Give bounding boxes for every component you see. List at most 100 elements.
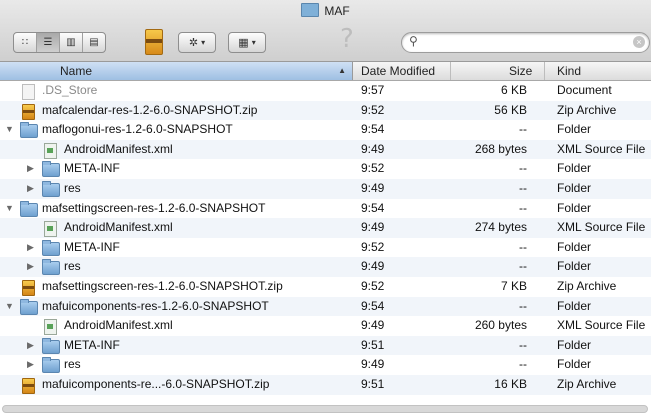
file-row[interactable]: ▼ mafsettingscreen-res-1.2-6.0-SNAPSHOT 9:…	[0, 199, 651, 219]
file-name: mafsettingscreen-res-1.2-6.0-SNAPSHOT	[42, 200, 266, 215]
column-header-name[interactable]: Name ▲	[0, 62, 353, 80]
folder-icon	[42, 259, 60, 276]
disclosure-open-icon[interactable]: ▼	[5, 199, 14, 219]
sort-ascending-icon: ▲	[338, 66, 346, 75]
finder-window: MAF ∷ ☰ ▥ ▤ ✲ ▾ ▦ ▾ ? ⚲ × Name ▲ Date Modi…	[0, 0, 651, 414]
column-header-size[interactable]: Size	[451, 62, 545, 80]
folder-icon	[42, 239, 60, 256]
kind-cell: Folder	[557, 337, 592, 352]
file-row[interactable]: ▶ res 9:49 -- Folder	[0, 178, 651, 199]
file-row[interactable]: AndroidManifest.xml 9:49 274 bytes XML Sour…	[0, 218, 651, 238]
kind-cell: Folder	[557, 200, 592, 215]
arrange-menu-button[interactable]: ▦ ▾	[228, 32, 266, 53]
date-modified-cell: 9:52	[361, 102, 385, 117]
grid-icon: ▦	[238, 37, 249, 49]
document-icon	[22, 84, 35, 100]
toolbar: MAF ∷ ☰ ▥ ▤ ✲ ▾ ▦ ▾ ? ⚲ ×	[0, 0, 651, 62]
folder-icon	[42, 161, 60, 178]
file-name: META-INF	[64, 161, 120, 176]
kind-cell: XML Source File	[557, 141, 646, 156]
column-view-button[interactable]: ▥	[60, 33, 83, 52]
disclosure-closed-icon[interactable]: ▶	[27, 159, 34, 179]
zip-archive-icon	[22, 377, 35, 394]
window-title: MAF	[0, 3, 651, 18]
chevron-down-icon: ▾	[251, 38, 256, 47]
file-row[interactable]: mafuicomponents-re...-6.0-SNAPSHOT.zip 9:…	[0, 374, 651, 395]
date-modified-cell: 9:54	[361, 200, 385, 215]
folder-icon	[20, 298, 38, 315]
date-modified-cell: 9:51	[361, 376, 385, 391]
disclosure-closed-icon[interactable]: ▶	[27, 257, 34, 277]
column-header-kind[interactable]: Kind	[545, 62, 651, 80]
kind-cell: XML Source File	[557, 318, 646, 333]
size-cell: --	[519, 259, 527, 274]
kind-cell: Folder	[557, 259, 592, 274]
size-cell: 56 KB	[494, 102, 527, 117]
date-modified-cell: 9:52	[361, 278, 385, 293]
view-mode-control: ∷ ☰ ▥ ▤	[13, 32, 106, 53]
disclosure-open-icon[interactable]: ▼	[5, 120, 14, 140]
kind-cell: Zip Archive	[557, 278, 617, 293]
size-cell: 6 KB	[500, 83, 527, 97]
date-modified-cell: 9:54	[361, 122, 385, 137]
file-row[interactable]: AndroidManifest.xml 9:49 268 bytes XML Sour…	[0, 139, 651, 160]
kind-cell: Folder	[557, 161, 592, 176]
file-row[interactable]: ▼ mafuicomponents-res-1.2-6.0-SNAPSHOT 9:5…	[0, 296, 651, 317]
help-icon[interactable]: ?	[340, 24, 354, 54]
file-row[interactable]: ▶ res 9:49 -- Folder	[0, 355, 651, 375]
size-cell: 274 bytes	[474, 220, 527, 235]
disclosure-open-icon[interactable]: ▼	[5, 297, 14, 317]
file-row[interactable]: AndroidManifest.xml 9:49 260 bytes XML Sour…	[0, 316, 651, 336]
clear-search-icon[interactable]: ×	[633, 36, 645, 48]
date-modified-cell: 9:52	[361, 161, 385, 176]
date-modified-cell: 9:49	[361, 259, 385, 274]
file-row[interactable]: ▶ res 9:49 -- Folder	[0, 257, 651, 277]
file-row[interactable]: mafcalendar-res-1.2-6.0-SNAPSHOT.zip 9:52…	[0, 100, 651, 121]
folder-icon	[20, 122, 38, 139]
file-name: META-INF	[64, 239, 120, 254]
column-header-date-modified[interactable]: Date Modified	[353, 62, 451, 80]
horizontal-scrollbar[interactable]	[2, 405, 648, 413]
file-row[interactable]: ▶ META-INF 9:52 -- Folder	[0, 238, 651, 258]
file-name: res	[64, 259, 81, 274]
action-menu-button[interactable]: ✲ ▾	[178, 32, 216, 53]
size-cell: --	[519, 239, 527, 254]
disclosure-closed-icon[interactable]: ▶	[27, 355, 34, 375]
file-row[interactable]: .DS_Store 9:57 6 KB Document	[0, 81, 651, 101]
disclosure-closed-icon[interactable]: ▶	[27, 238, 34, 258]
size-cell: --	[519, 200, 527, 215]
disclosure-closed-icon[interactable]: ▶	[27, 336, 34, 356]
date-modified-cell: 9:49	[361, 318, 385, 333]
search-input[interactable]	[424, 35, 624, 49]
kind-cell: Folder	[557, 180, 592, 195]
archive-utility-icon[interactable]	[145, 29, 163, 55]
disclosure-closed-icon[interactable]: ▶	[27, 179, 34, 199]
kind-cell: Folder	[557, 122, 592, 137]
file-row[interactable]: ▶ META-INF 9:51 -- Folder	[0, 335, 651, 356]
date-modified-cell: 9:54	[361, 298, 385, 313]
xml-file-icon	[44, 221, 57, 238]
file-row[interactable]: ▶ META-INF 9:52 -- Folder	[0, 159, 651, 179]
folder-icon	[20, 200, 38, 217]
column-header-name-label: Name	[60, 64, 93, 78]
list-view-button[interactable]: ☰	[37, 33, 60, 52]
gear-icon: ✲	[188, 37, 199, 49]
column-view-icon: ▥	[66, 37, 76, 48]
cover-flow-view-button[interactable]: ▤	[83, 33, 105, 52]
size-cell: 7 KB	[500, 278, 527, 293]
folder-icon	[42, 337, 60, 354]
size-cell: --	[519, 357, 527, 372]
kind-cell: Folder	[557, 239, 592, 254]
date-modified-cell: 9:57	[361, 83, 385, 97]
search-field[interactable]: ⚲ ×	[401, 32, 650, 53]
file-row[interactable]: ▼ maflogonui-res-1.2-6.0-SNAPSHOT 9:54 -- Fo…	[0, 120, 651, 140]
date-modified-cell: 9:49	[361, 141, 385, 156]
xml-file-icon	[44, 319, 57, 336]
cover-flow-icon: ▤	[89, 37, 99, 48]
file-name: mafsettingscreen-res-1.2-6.0-SNAPSHOT.zi…	[42, 278, 283, 293]
size-cell: --	[519, 180, 527, 195]
size-cell: --	[519, 161, 527, 176]
file-row[interactable]: mafsettingscreen-res-1.2-6.0-SNAPSHOT.zi…	[0, 277, 651, 297]
icon-view-button[interactable]: ∷	[14, 33, 37, 52]
file-name: mafuicomponents-res-1.2-6.0-SNAPSHOT	[42, 298, 269, 313]
